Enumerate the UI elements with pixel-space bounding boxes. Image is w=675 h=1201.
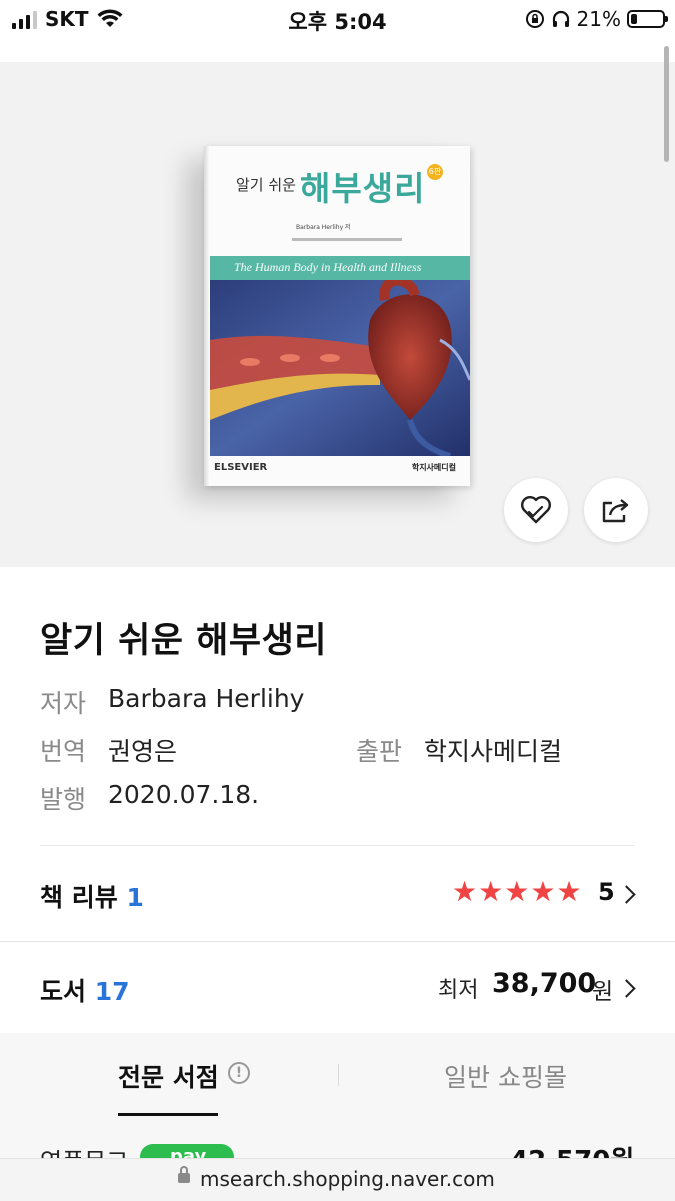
tab-general-mall[interactable]: 일반 쇼핑몰 [444,1058,567,1094]
star-icon: ★ [530,875,556,908]
share-button[interactable] [584,478,648,542]
scrollbar[interactable] [664,46,669,162]
cover-publisher-local: 학지사메디컬 [411,463,456,472]
translator-name: 권영은 [108,737,178,766]
share-icon [602,499,629,523]
cover-subtitle: 알기 쉬운 [236,176,296,194]
cover-author: Barbara Herlihy 저 [296,224,351,231]
date-value: 2020.07.18. [108,780,259,809]
rating-value: 5 [598,878,615,906]
cover-translators-line [292,238,402,241]
chevron-right-icon[interactable] [617,885,636,904]
publisher-label: 출판 [356,737,403,766]
translator-value: 권영은 [108,732,177,768]
star-icon: ★ [556,875,582,908]
lowest-price: 38,700 [492,968,597,999]
cover-publisher-logo: ELSEVIER [214,462,268,473]
browser-url-bar[interactable]: msearch.shopping.naver.com [0,1158,675,1201]
section-divider [0,941,675,942]
lowest-price-unit: 원 [592,979,614,1005]
cover-edition-badge: 6판 [427,164,443,180]
active-tab-indicator [118,1113,218,1116]
chevron-right-icon[interactable] [617,979,636,998]
star-icon: ★ [504,875,530,908]
tab-separator [338,1064,339,1086]
publisher-row: 출판 [356,732,402,768]
books-section-link[interactable]: 도서 17 [40,972,130,1008]
tab-specialty-bookstore[interactable]: 전문 서점 [118,1058,219,1094]
book-cover-image[interactable]: 알기 쉬운 해부생리 6판 Barbara Herlihy 저 The Huma… [204,146,470,486]
translator-row: 번역 [40,732,86,768]
cover-band-text: The Human Body in Health and Illness [234,260,422,274]
url-text: msearch.shopping.naver.com [200,1167,495,1191]
author-label: 저자 [40,689,87,718]
store-list-item[interactable]: 영풍문고 pay 42,570원 [0,1130,675,1160]
star-rating: ★ ★ ★ ★ ★ [452,877,582,907]
books-label: 도서 [40,977,87,1006]
cover-heart-illustration [210,280,470,456]
reviews-section-link[interactable]: 책 리뷰 1 [40,878,144,914]
orientation-lock-icon [525,10,544,28]
store-price: 42,570원 [510,1140,634,1160]
like-button[interactable] [504,478,568,542]
cover-title: 해부생리 [300,169,426,208]
status-right: 21% [525,7,668,31]
lock-icon [178,1166,190,1183]
date-label: 발행 [40,785,87,814]
translator-label: 번역 [40,737,87,766]
heart-icon [521,496,551,524]
battery-percent: 21% [576,7,621,31]
publish-date: 2020.07.18. [108,780,260,809]
books-count: 17 [94,977,130,1006]
headphones-icon [552,10,569,27]
publisher-value: 학지사메디컬 [424,732,562,768]
product-title: 알기 쉬운 해부생리 [40,621,327,661]
info-divider [40,845,635,846]
star-icon: ★ [452,875,478,908]
battery-icon [627,10,668,28]
lowest-price-label: 최저 [438,978,479,1003]
reviews-label: 책 리뷰 [40,883,118,912]
date-row: 발행 [40,780,86,816]
publisher-name: 학지사메디컬 [424,737,563,766]
author-name: Barbara Herlihy [108,684,305,713]
status-bar: SKT 오후 5:04 21% [0,0,675,40]
star-icon: ★ [478,875,504,908]
info-icon[interactable]: ! [228,1062,250,1084]
author-row: 저자 [40,684,86,720]
author-value: Barbara Herlihy [108,684,304,713]
reviews-count: 1 [126,883,144,912]
cover-band: The Human Body in Health and Illness [210,256,470,280]
